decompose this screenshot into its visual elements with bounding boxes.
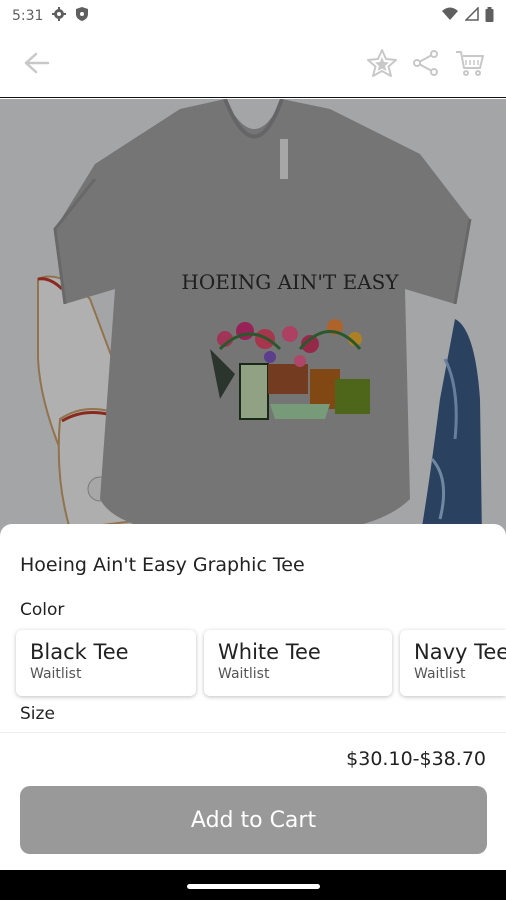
price-range: $30.10-$38.70 — [346, 748, 486, 770]
color-label: Color — [20, 600, 65, 620]
color-option-status: Waitlist — [218, 666, 270, 682]
shield-icon — [75, 6, 89, 26]
cart-button[interactable] — [448, 43, 492, 87]
color-option-name: Black Tee — [30, 640, 129, 664]
settings-icon — [51, 6, 67, 26]
wifi-icon — [441, 7, 459, 25]
color-option-white[interactable]: White Tee Waitlist — [204, 630, 392, 696]
signal-icon — [464, 6, 479, 25]
color-option-black[interactable]: Black Tee Waitlist — [16, 630, 196, 696]
share-button[interactable] — [404, 43, 448, 87]
system-nav-bar — [0, 870, 506, 900]
back-arrow-icon — [22, 51, 50, 79]
status-left: 5:31 — [12, 6, 89, 26]
star-icon — [366, 48, 398, 82]
color-option-name: Navy Tee — [414, 640, 506, 664]
color-option-navy[interactable]: Navy Tee Waitlist — [400, 630, 506, 696]
status-time: 5:31 — [12, 8, 44, 24]
size-label: Size — [20, 704, 55, 724]
color-option-name: White Tee — [218, 640, 321, 664]
app-bar — [0, 32, 506, 98]
product-title: Hoeing Ain't Easy Graphic Tee — [20, 554, 305, 576]
color-option-status: Waitlist — [414, 666, 466, 682]
status-bar: 5:31 — [0, 0, 506, 32]
color-option-status: Waitlist — [30, 666, 82, 682]
share-icon — [412, 49, 440, 80]
divider — [0, 732, 506, 733]
status-right — [441, 6, 494, 26]
add-to-cart-button[interactable]: Add to Cart — [20, 786, 487, 854]
product-options-sheet: Hoeing Ain't Easy Graphic Tee Color Blac… — [0, 524, 506, 870]
home-gesture-handle[interactable] — [187, 884, 320, 889]
battery-icon — [485, 6, 494, 26]
cart-icon — [455, 49, 485, 81]
favorite-button[interactable] — [360, 43, 404, 87]
back-button[interactable] — [14, 43, 58, 87]
screen: 5:31 HOEING AIN'T EASY Hoeing Ain't Easy… — [0, 0, 506, 900]
